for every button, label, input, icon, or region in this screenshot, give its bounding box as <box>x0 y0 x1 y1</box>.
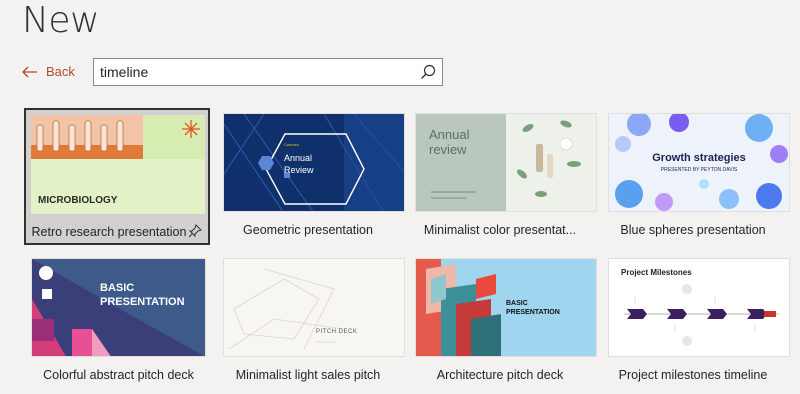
template-label: Colorful abstract pitch deck <box>43 368 194 382</box>
svg-text:Contoso: Contoso <box>284 142 300 147</box>
thumb-title: Annual Review <box>284 153 314 175</box>
template-thumbnail: Contoso Annual Review <box>223 113 405 212</box>
pin-icon[interactable] <box>188 224 202 243</box>
template-card-blue-spheres[interactable]: Growth strategies PRESENTED BY PEYTON DA… <box>608 113 794 243</box>
template-label: Project milestones timeline <box>618 368 768 382</box>
thumb-title: Project Milestones <box>621 268 692 277</box>
template-label: Minimalist color presentat... <box>423 223 577 237</box>
search-box[interactable] <box>93 58 443 86</box>
thumb-subtitle: PRESENTED BY PEYTON DAVIS <box>660 167 738 173</box>
thumb-title: Annual review <box>429 127 470 157</box>
thumb-title: BASIC PRESENTATION <box>506 300 560 316</box>
template-label: Geometric presentation <box>243 223 373 237</box>
template-thumbnail: BASIC PRESENTATION <box>31 258 206 357</box>
thumb-title: BASIC PRESENTATION <box>100 282 185 308</box>
template-thumbnail: BASIC PRESENTATION <box>415 258 597 357</box>
template-card-architecture[interactable]: BASIC PRESENTATION Architecture pitch de… <box>415 258 601 388</box>
template-label: Architecture pitch deck <box>436 368 564 382</box>
arrow-left-icon <box>22 66 38 78</box>
template-label: Retro research presentation <box>31 225 187 239</box>
template-card-project-milestones[interactable]: Project Milestones Project milestones ti… <box>608 258 794 388</box>
back-label: Back <box>46 64 75 79</box>
template-thumbnail: Annual review <box>415 113 597 212</box>
template-card-retro-research[interactable]: MICROBIOLOGY Retro research presentation <box>24 108 210 245</box>
template-label: Minimalist light sales pitch <box>235 368 381 382</box>
template-thumbnail: PITCH DECK <box>223 258 405 357</box>
search-input[interactable] <box>100 59 414 85</box>
template-thumbnail: MICROBIOLOGY <box>31 115 205 214</box>
template-card-geometric[interactable]: Contoso Annual Review Geometric presenta… <box>223 113 409 243</box>
template-label: Blue spheres presentation <box>620 223 766 237</box>
template-card-colorful-abstract[interactable]: BASIC PRESENTATION Colorful abstract pit… <box>31 258 217 388</box>
thumb-title: PITCH DECK <box>316 329 358 335</box>
template-thumbnail: Project Milestones <box>608 258 790 357</box>
back-button[interactable]: Back <box>22 64 75 79</box>
page-title: New <box>22 0 100 41</box>
thumb-title: Growth strategies <box>652 152 746 164</box>
thumb-title: MICROBIOLOGY <box>38 195 118 206</box>
template-card-minimalist-color[interactable]: Annual review Minimalist color presentat… <box>415 113 601 243</box>
template-card-minimalist-light[interactable]: PITCH DECK Minimalist light sales pitch <box>223 258 409 388</box>
template-thumbnail: Growth strategies PRESENTED BY PEYTON DA… <box>608 113 790 212</box>
search-icon[interactable] <box>414 59 442 85</box>
